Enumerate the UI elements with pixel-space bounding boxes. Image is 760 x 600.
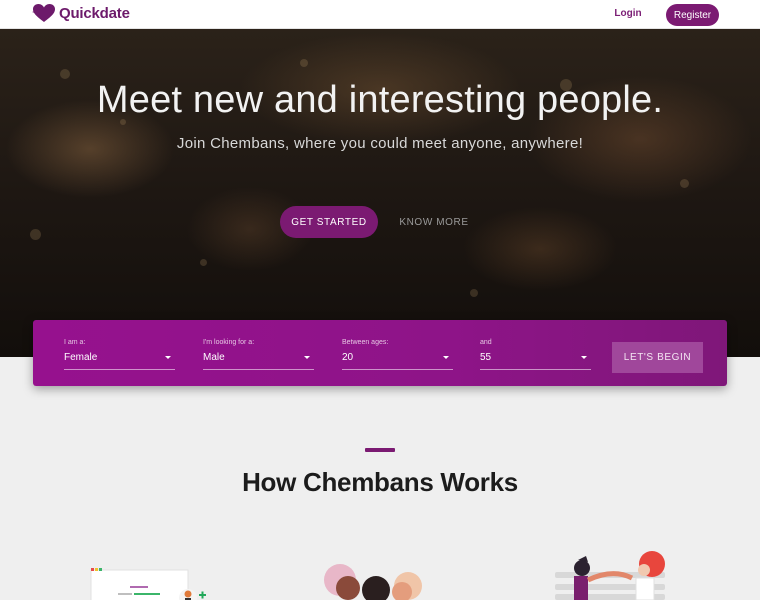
top-navbar: Quickdate Login Register (0, 0, 760, 29)
bokeh-light (300, 59, 308, 67)
max-age-select[interactable]: and 55 (480, 320, 591, 386)
section-accent-bar (365, 448, 395, 452)
field-underline (480, 369, 591, 370)
hero-subtitle: Join Chembans, where you could meet anyo… (176, 135, 584, 152)
looking-for-select[interactable]: I'm looking for a: Male (203, 320, 314, 386)
bokeh-light (30, 229, 41, 240)
dropdown-arrow-icon (581, 356, 587, 359)
know-more-button[interactable]: KNOW MORE (394, 206, 474, 238)
bokeh-light (470, 289, 478, 297)
dropdown-arrow-icon (165, 356, 171, 359)
lets-begin-button[interactable]: LET'S BEGIN (612, 342, 703, 373)
brand-logo[interactable]: Quickdate (32, 3, 130, 23)
max-age-select-label: and (480, 339, 492, 346)
search-form: I am a: Female I'm looking for a: Male B… (33, 320, 727, 386)
gender-select-value: Female (64, 352, 98, 363)
heart-logo-icon (32, 4, 55, 22)
min-age-select-label: Between ages: (342, 339, 389, 346)
min-age-select[interactable]: Between ages: 20 (342, 320, 453, 386)
gender-select[interactable]: I am a: Female (64, 320, 175, 386)
get-started-button[interactable]: GET STARTED (280, 206, 378, 238)
section-title: How Chembans Works (242, 467, 518, 497)
max-age-select-value: 55 (480, 352, 492, 363)
hero-section: Meet new and interesting people. Join Ch… (0, 29, 760, 357)
min-age-select-value: 20 (342, 352, 354, 363)
gender-select-label: I am a: (64, 339, 86, 346)
field-underline (342, 369, 453, 370)
looking-for-select-value: Male (203, 352, 225, 363)
bokeh-light (200, 259, 207, 266)
register-button[interactable]: Register (666, 4, 719, 26)
bokeh-light (60, 69, 70, 79)
hero-title: Meet new and interesting people. (96, 79, 664, 121)
field-underline (64, 369, 175, 370)
login-link[interactable]: Login (608, 8, 648, 19)
field-underline (203, 369, 314, 370)
bokeh-light (680, 179, 689, 188)
dropdown-arrow-icon (443, 356, 449, 359)
brand-name: Quickdate (59, 4, 130, 22)
dropdown-arrow-icon (304, 356, 310, 359)
couple-bench-illustration (555, 551, 665, 600)
group-people-illustration (324, 564, 422, 600)
profile-card-illustration (90, 568, 206, 600)
looking-for-select-label: I'm looking for a: (203, 339, 255, 346)
